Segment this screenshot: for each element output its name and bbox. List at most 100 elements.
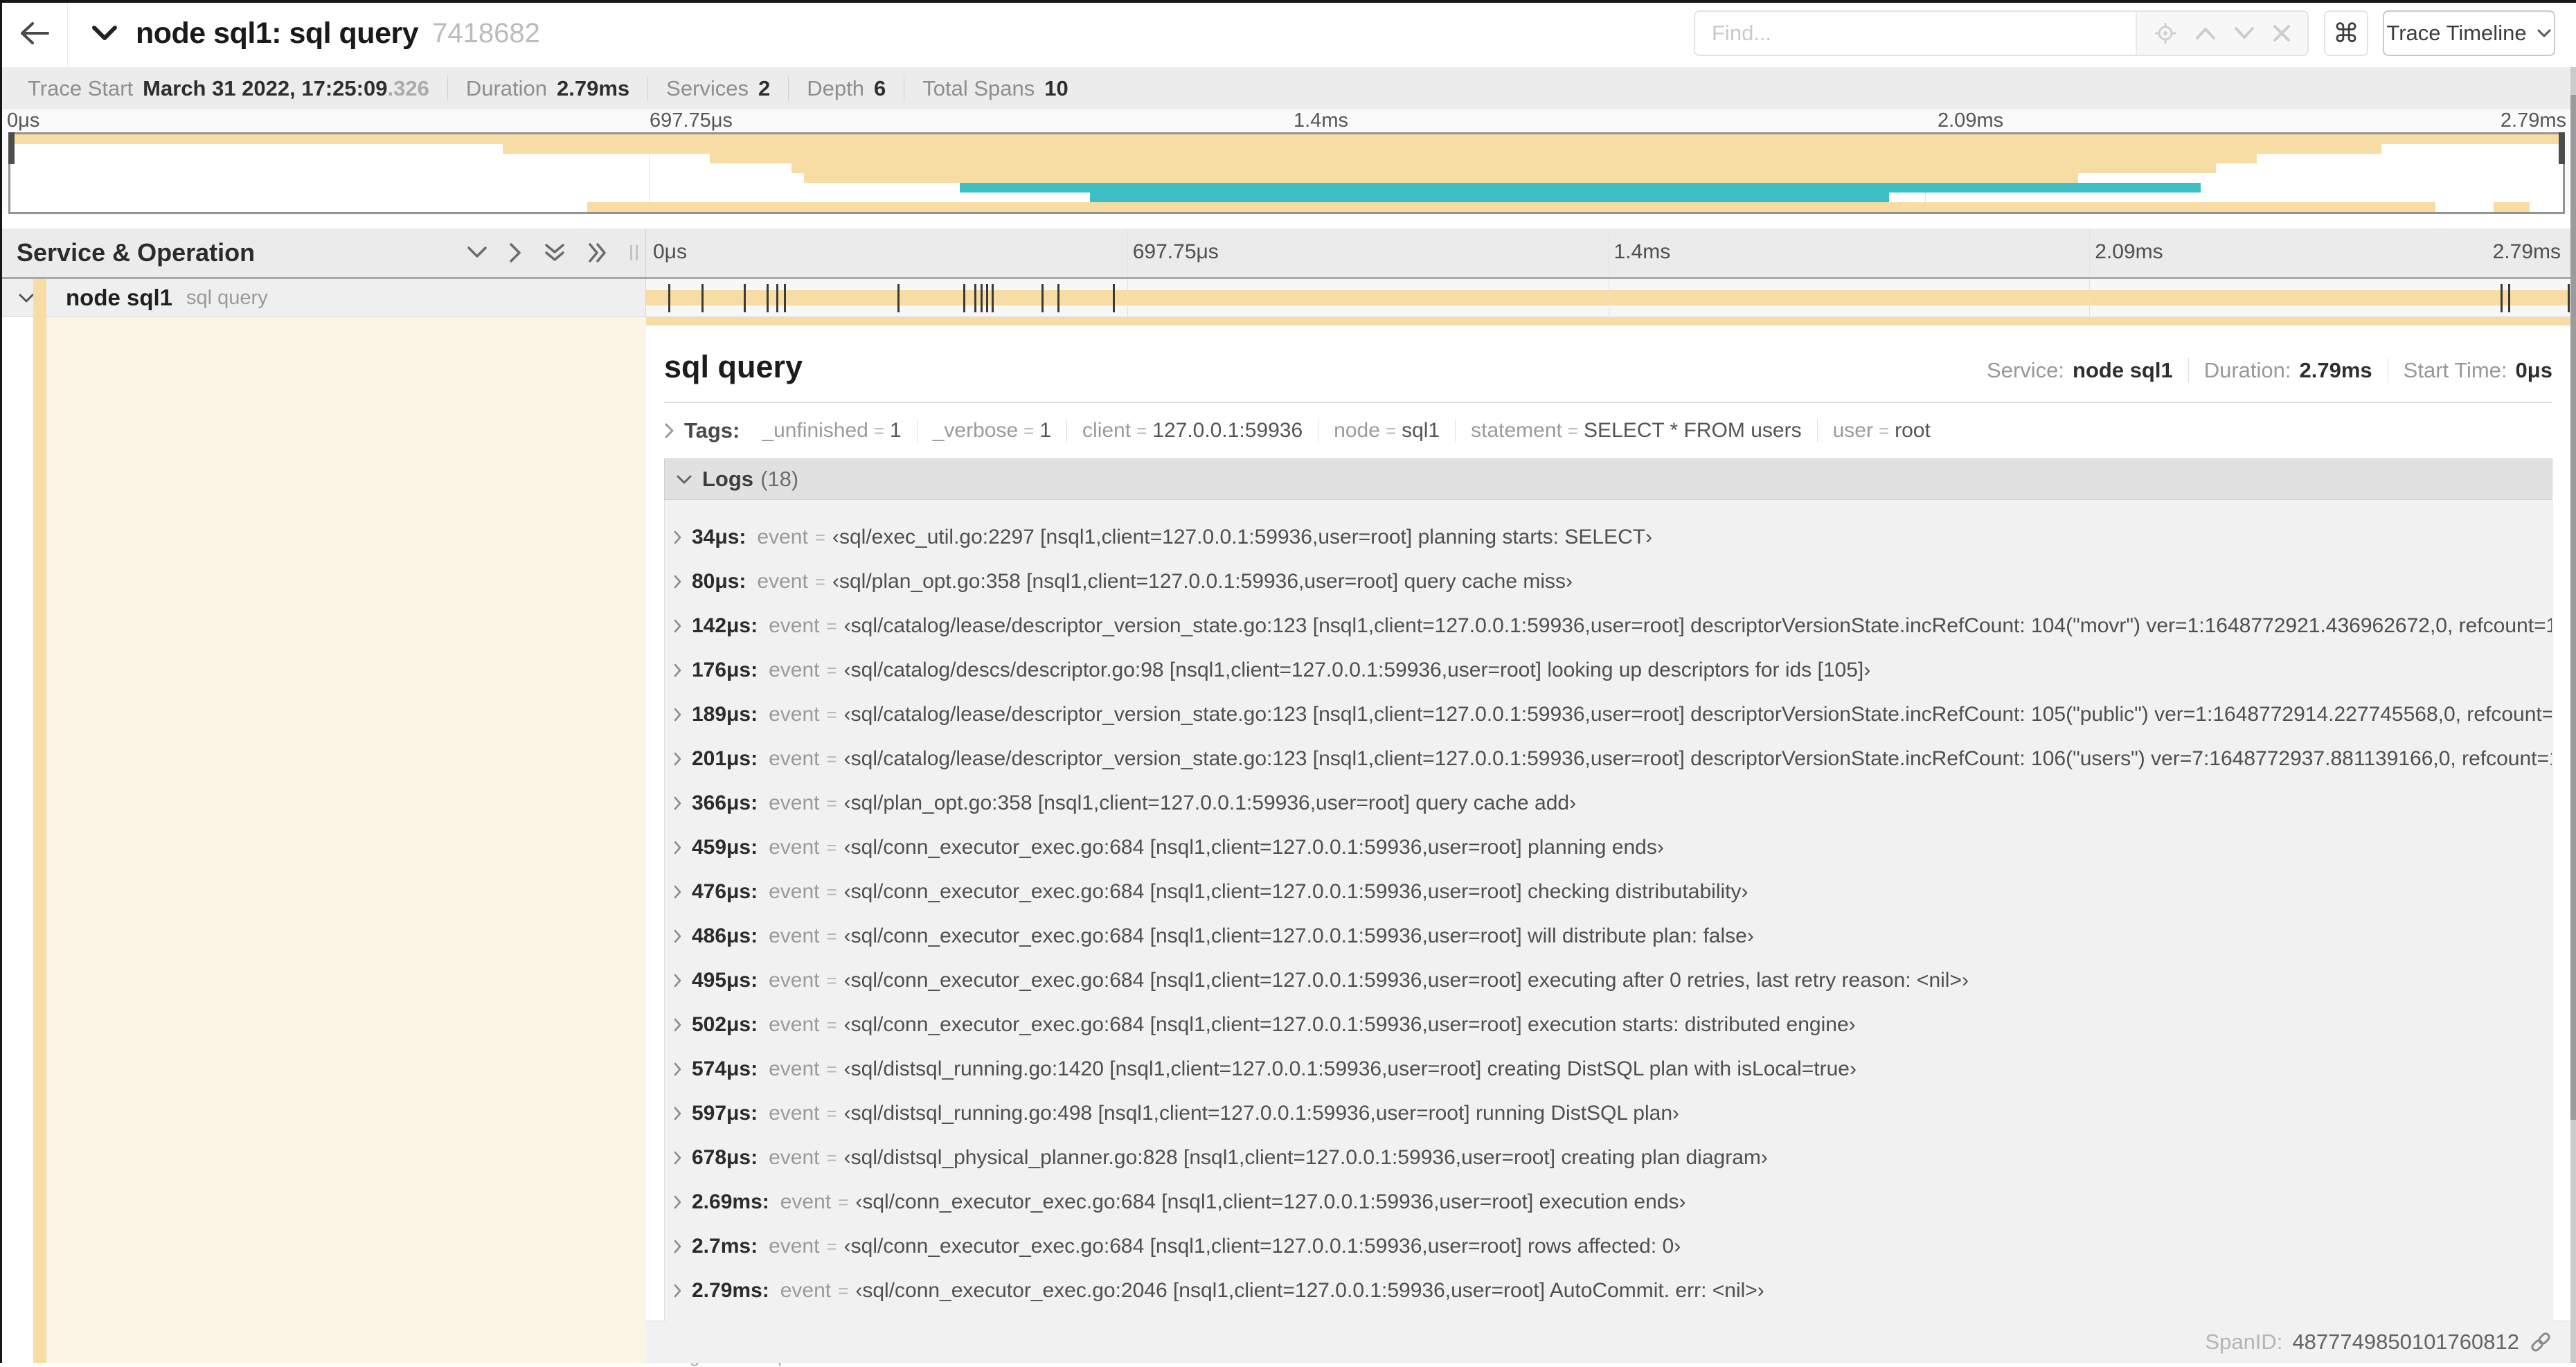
summary-label: Services bbox=[666, 75, 749, 100]
span-row-name-cell[interactable]: node sql1 sql query bbox=[0, 279, 646, 317]
keyboard-shortcuts-button[interactable]: ⌘ bbox=[2324, 10, 2368, 56]
log-entry[interactable]: 176μs: event = ‹sql/catalog/descs/descri… bbox=[673, 648, 2552, 693]
log-field-key: event bbox=[769, 614, 820, 637]
log-timestamp: 176μs: bbox=[692, 659, 758, 681]
tag-key: statement bbox=[1471, 419, 1562, 442]
link-icon[interactable] bbox=[2529, 1330, 2552, 1354]
tick-label: 697.75μs bbox=[650, 109, 733, 132]
log-field-key: event bbox=[769, 792, 820, 814]
chevron-right-icon bbox=[673, 1018, 682, 1032]
equals-sign: = bbox=[826, 1235, 837, 1257]
log-entry[interactable]: 502μs: event = ‹sql/conn_executor_exec.g… bbox=[673, 1003, 2552, 1047]
divider bbox=[664, 402, 2552, 403]
expand-all-icon[interactable] bbox=[586, 241, 609, 265]
log-entry[interactable]: 142μs: event = ‹sql/catalog/lease/descri… bbox=[673, 604, 2552, 648]
detail-row-accent bbox=[46, 317, 646, 1363]
equals-sign: = bbox=[873, 420, 885, 441]
equals-sign: = bbox=[826, 704, 837, 725]
tag-item: _verbose = 1 bbox=[916, 419, 1066, 443]
log-field-key: event bbox=[780, 1279, 832, 1302]
equals-sign: = bbox=[826, 970, 837, 991]
view-selector-label: Trace Timeline bbox=[2386, 21, 2527, 45]
chevron-right-icon bbox=[673, 796, 682, 810]
find-prev-button[interactable] bbox=[2194, 26, 2217, 40]
minimap-right-handle[interactable] bbox=[2559, 132, 2565, 164]
summary-item: Depth 6 bbox=[788, 75, 904, 101]
locate-button[interactable] bbox=[2154, 21, 2177, 45]
log-entry[interactable]: 2.7ms: event = ‹sql/conn_executor_exec.g… bbox=[673, 1224, 2552, 1269]
log-entry[interactable]: 2.69ms: event = ‹sql/conn_executor_exec.… bbox=[673, 1180, 2552, 1224]
summary-label: Total Spans bbox=[922, 75, 1035, 100]
minimap-span-bar bbox=[587, 202, 2435, 212]
chevron-down-icon[interactable] bbox=[18, 293, 35, 303]
log-marker bbox=[1041, 284, 1044, 312]
log-marker bbox=[743, 284, 746, 312]
minimap-span-bar bbox=[2494, 202, 2530, 212]
trace-collapse-toggle[interactable] bbox=[91, 25, 118, 42]
log-entry[interactable]: 189μs: event = ‹sql/catalog/lease/descri… bbox=[673, 693, 2552, 737]
tag-value: 1 bbox=[890, 419, 902, 442]
tags-label: Tags: bbox=[684, 418, 740, 443]
equals-sign: = bbox=[826, 1147, 837, 1168]
tick-label: 1.4ms bbox=[1294, 109, 1348, 132]
log-entry[interactable]: 486μs: event = ‹sql/conn_executor_exec.g… bbox=[673, 914, 2552, 958]
tags-accordion[interactable]: Tags: _unfinished = 1 _verbose = 1 client = 127.… bbox=[664, 418, 2552, 443]
log-entry[interactable]: 574μs: event = ‹sql/distsql_running.go:1… bbox=[673, 1047, 2552, 1091]
log-entry[interactable]: 678μs: event = ‹sql/distsql_physical_pla… bbox=[673, 1136, 2552, 1180]
log-entry[interactable]: 459μs: event = ‹sql/conn_executor_exec.g… bbox=[673, 825, 2552, 870]
collapse-all-icon[interactable] bbox=[543, 241, 566, 265]
column-resize-handle[interactable] bbox=[627, 242, 641, 264]
minimap-canvas[interactable] bbox=[8, 132, 2565, 214]
vertical-scrollbar-thumb[interactable] bbox=[2570, 95, 2576, 1120]
log-field-value: ‹sql/distsql_running.go:498 [nsql1,clien… bbox=[843, 1102, 1679, 1125]
collapse-one-icon[interactable] bbox=[465, 245, 489, 260]
summary-label: Depth bbox=[807, 75, 864, 100]
log-entry[interactable]: 476μs: event = ‹sql/conn_executor_exec.g… bbox=[673, 870, 2552, 914]
log-entry[interactable]: 597μs: event = ‹sql/distsql_running.go:4… bbox=[673, 1091, 2552, 1136]
logs-header[interactable]: Logs (18) bbox=[664, 458, 2552, 500]
log-marker bbox=[992, 284, 994, 312]
log-field-key: event bbox=[780, 1190, 832, 1213]
log-field-value: ‹sql/conn_executor_exec.go:2046 [nsql1,c… bbox=[855, 1279, 1764, 1302]
log-field-value: ‹sql/catalog/descs/descriptor.go:98 [nsq… bbox=[843, 659, 1871, 681]
log-field-value: ‹sql/plan_opt.go:358 [nsql1,client=127.0… bbox=[832, 570, 1573, 593]
back-button[interactable] bbox=[0, 0, 68, 66]
span-detail-title: sql query bbox=[664, 349, 803, 384]
log-timestamp: 597μs: bbox=[692, 1102, 758, 1125]
log-entry[interactable]: 80μs: event = ‹sql/plan_opt.go:358 [nsql… bbox=[673, 560, 2552, 604]
log-field-value: ‹sql/conn_executor_exec.go:684 [nsql1,cl… bbox=[843, 1235, 1681, 1258]
log-entry[interactable]: 366μs: event = ‹sql/plan_opt.go:358 [nsq… bbox=[673, 781, 2552, 825]
minimap-left-handle[interactable] bbox=[8, 132, 15, 164]
log-entry[interactable]: 201μs: event = ‹sql/catalog/lease/descri… bbox=[673, 737, 2552, 781]
log-entry[interactable]: 2.79ms: event = ‹sql/conn_executor_exec.… bbox=[673, 1269, 2552, 1313]
find-clear-button[interactable] bbox=[2273, 24, 2291, 42]
log-entry[interactable]: 34μs: event = ‹sql/exec_util.go:2297 [ns… bbox=[673, 515, 2552, 560]
find-next-button[interactable] bbox=[2233, 26, 2255, 40]
expand-one-icon[interactable] bbox=[508, 241, 524, 265]
log-entry[interactable]: 495μs: event = ‹sql/conn_executor_exec.g… bbox=[673, 958, 2552, 1003]
log-field-key: event bbox=[757, 526, 808, 548]
chevron-right-icon bbox=[673, 1062, 682, 1076]
summary-value: 2 bbox=[758, 75, 771, 100]
summary-item: Trace Start March 31 2022, 17:25:09.326 bbox=[10, 76, 447, 101]
equals-sign: = bbox=[826, 792, 837, 814]
log-marker bbox=[897, 284, 900, 312]
find-input[interactable] bbox=[1695, 12, 2136, 55]
view-selector-button[interactable]: Trace Timeline bbox=[2383, 10, 2555, 56]
tag-key: _verbose bbox=[932, 419, 1019, 442]
detail-stat-label: Duration: bbox=[2203, 358, 2291, 382]
chevron-down-icon bbox=[676, 474, 692, 485]
log-field-key: event bbox=[769, 703, 820, 726]
chevron-right-icon bbox=[673, 619, 682, 633]
tick-label: 2.09ms bbox=[2095, 240, 2163, 263]
log-timestamp: 459μs: bbox=[692, 836, 758, 859]
log-field-value: ‹sql/conn_executor_exec.go:684 [nsql1,cl… bbox=[843, 1013, 1856, 1036]
trace-id: 7418682 bbox=[432, 17, 540, 48]
span-row-timeline-cell[interactable] bbox=[646, 279, 2570, 317]
summary-value: March 31 2022, 17:25:09 bbox=[143, 75, 388, 100]
detail-stat-value: node sql1 bbox=[2073, 358, 2173, 382]
equals-sign: = bbox=[1136, 420, 1147, 441]
log-field-value: ‹sql/conn_executor_exec.go:684 [nsql1,cl… bbox=[843, 924, 1754, 947]
tag-item: statement = SELECT * FROM users bbox=[1455, 419, 1816, 443]
log-field-key: event bbox=[769, 1013, 820, 1036]
